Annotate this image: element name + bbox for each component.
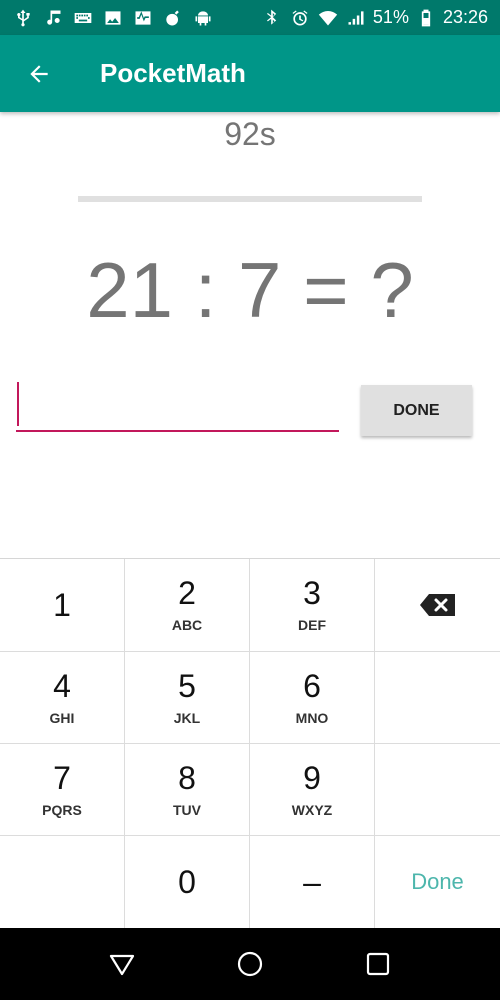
app-title: PocketMath xyxy=(100,58,246,88)
key-6[interactable]: 6 MNO xyxy=(250,652,375,744)
app-bar: PocketMath xyxy=(0,35,500,112)
keypad-done-key[interactable]: Done xyxy=(375,836,500,929)
battery-icon xyxy=(415,7,437,29)
key-3[interactable]: 3 DEF xyxy=(250,559,375,652)
key-digit: 1 xyxy=(53,587,71,623)
key-minus[interactable]: – xyxy=(250,836,375,929)
arrow-left-icon xyxy=(30,65,48,83)
usb-icon xyxy=(12,7,34,29)
keyboard-icon xyxy=(72,7,94,29)
numeric-keypad: 1 2 ABC 3 DEF 4 GHI 5 JKL 6 MNO 7 PQRS 8… xyxy=(0,558,500,929)
answer-input[interactable] xyxy=(16,378,339,432)
key-8[interactable]: 8 TUV xyxy=(125,744,250,836)
back-triangle-icon xyxy=(109,954,135,976)
key-0[interactable]: 0 xyxy=(125,836,250,929)
key-9[interactable]: 9 WXYZ xyxy=(250,744,375,836)
bluetooth-icon xyxy=(261,7,283,29)
key-4[interactable]: 4 GHI xyxy=(0,652,125,744)
math-question: 21 : 7 = ? xyxy=(86,246,414,334)
key-digit: – xyxy=(303,864,321,900)
key-letters: PQRS xyxy=(42,801,82,818)
key-letters: TUV xyxy=(173,801,201,818)
keypad-done-label: Done xyxy=(411,869,464,894)
bomb-icon xyxy=(162,7,184,29)
key-digit: 4 xyxy=(53,667,71,704)
key-letters: DEF xyxy=(298,617,326,633)
key-letters: ABC xyxy=(171,617,203,633)
key-7[interactable]: 7 PQRS xyxy=(0,744,125,836)
text-cursor xyxy=(17,382,19,426)
android-icon xyxy=(192,7,214,29)
countdown-timer: 92s xyxy=(224,116,276,152)
key-digit: 9 xyxy=(303,759,321,796)
key-empty xyxy=(375,652,500,744)
image-icon xyxy=(102,7,124,29)
alarm-icon xyxy=(289,7,311,29)
notification-icons xyxy=(12,0,214,35)
backspace-icon xyxy=(419,594,455,616)
key-letters: WXYZ xyxy=(291,801,333,818)
progress-bar xyxy=(78,196,422,202)
key-empty xyxy=(0,836,125,929)
clock: 23:26 xyxy=(442,7,488,27)
battery-percent: 51% xyxy=(372,7,409,27)
key-5[interactable]: 5 JKL xyxy=(125,652,250,744)
key-empty xyxy=(375,744,500,836)
key-backspace[interactable] xyxy=(375,559,500,652)
key-digit: 5 xyxy=(178,667,196,704)
system-status: 51% 23:26 xyxy=(261,0,488,35)
key-digit: 3 xyxy=(303,575,321,611)
music-icon xyxy=(42,7,64,29)
key-letters: GHI xyxy=(49,709,75,726)
status-bar: 51% 23:26 xyxy=(0,0,500,35)
wifi-icon xyxy=(317,7,339,29)
nav-recents-button[interactable] xyxy=(356,942,400,986)
key-digit: 8 xyxy=(178,759,196,796)
nav-back-button[interactable] xyxy=(100,942,144,986)
key-digit: 2 xyxy=(178,575,196,611)
key-1[interactable]: 1 xyxy=(0,559,125,652)
nav-home-button[interactable] xyxy=(228,942,272,986)
key-digit: 6 xyxy=(303,667,321,704)
home-circle-icon xyxy=(237,951,263,977)
done-button[interactable]: DONE xyxy=(361,385,472,436)
recents-square-icon xyxy=(366,952,390,976)
key-digit: 7 xyxy=(53,759,71,796)
activity-icon xyxy=(132,7,154,29)
key-letters: MNO xyxy=(295,709,329,726)
key-digit: 0 xyxy=(178,864,196,900)
navigation-bar xyxy=(0,928,500,1000)
key-letters: JKL xyxy=(173,709,201,726)
key-2[interactable]: 2 ABC xyxy=(125,559,250,652)
back-button[interactable] xyxy=(18,53,60,95)
signal-icon xyxy=(345,7,367,29)
